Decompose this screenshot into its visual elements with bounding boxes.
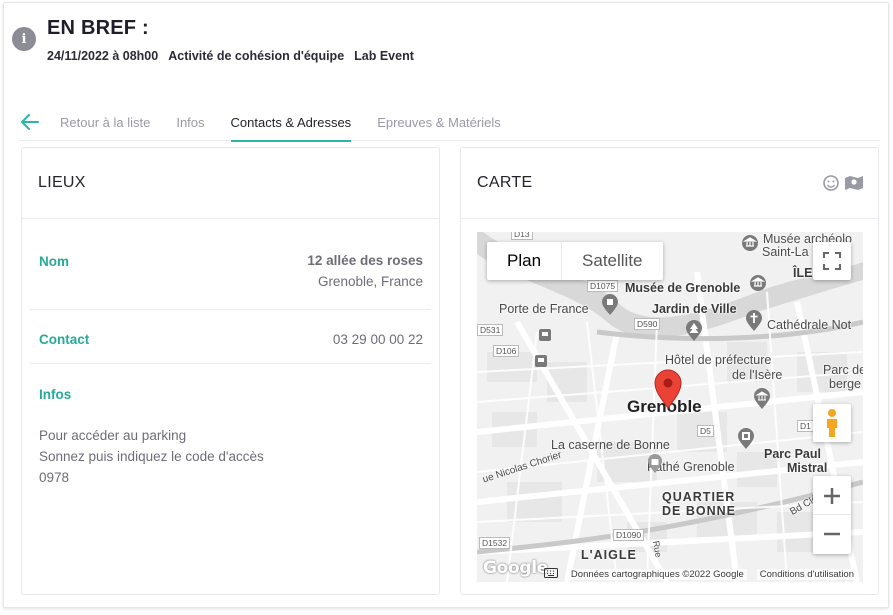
map-label: Jardin de Ville	[652, 302, 737, 316]
fullscreen-button[interactable]	[813, 242, 851, 280]
map-label: Saint-La	[762, 245, 809, 259]
fullscreen-icon	[823, 252, 841, 270]
bus-stop-icon[interactable]	[535, 355, 547, 367]
road-badge: D531	[477, 324, 504, 336]
map-type-control: Plan Satellite	[487, 242, 663, 280]
museum-icon[interactable]	[749, 274, 767, 292]
map-label: ÎLE	[793, 266, 813, 280]
map-label: L'AIGLE	[581, 548, 637, 562]
plus-icon	[824, 487, 840, 504]
road-badge: D5	[697, 425, 714, 437]
lieux-title: LIEUX	[38, 174, 86, 191]
map-label: Cathédrale Not	[767, 318, 852, 332]
map-attribution: Données cartographiques ©2022 Google Con…	[477, 566, 863, 582]
address-line-1: 12 allée des roses	[307, 253, 423, 268]
map-label: de l'Isère	[732, 368, 783, 382]
infos-line: Sonnez puis indiquez le code d'accès	[39, 449, 264, 464]
road-badge: D1532	[479, 537, 511, 549]
terms-link[interactable]: Conditions d'utilisation	[756, 568, 857, 580]
zoom-out-button[interactable]	[813, 515, 851, 553]
museum-icon[interactable]	[741, 234, 759, 252]
map-label: Musée de Grenoble	[625, 281, 741, 295]
contact-value: 03 29 00 00 22	[332, 332, 423, 347]
contact-label: Contact	[39, 332, 90, 347]
location-pin-icon[interactable]	[654, 369, 682, 409]
carte-card: CARTE Musée archéolo Saint-La ÎLE Musée …	[460, 147, 879, 595]
landmark-icon[interactable]	[753, 388, 771, 410]
tab-contacts-adresses[interactable]: Contacts & Adresses	[230, 109, 352, 142]
carte-actions	[822, 174, 864, 197]
infos-text: Pour accéder au parking Sonnez puis indi…	[39, 425, 264, 488]
map-label: berge	[829, 377, 861, 391]
church-icon[interactable]	[745, 310, 763, 332]
pegman-icon	[827, 409, 837, 437]
map-label: La caserne de Bonne	[551, 438, 670, 452]
divider	[461, 218, 878, 219]
park-icon[interactable]	[685, 320, 703, 342]
keyboard-icon[interactable]	[543, 567, 558, 581]
nom-label: Nom	[39, 254, 69, 269]
event-date: 24/11/2022 à 08h00	[47, 49, 159, 63]
map-label: Porte de France	[499, 302, 589, 316]
zoom-in-button[interactable]	[813, 477, 851, 515]
tab-bar: Retour à la liste Infos Contacts & Adres…	[18, 109, 880, 142]
monument-icon[interactable]	[601, 294, 619, 316]
map-label: Hôtel de préfecture	[665, 353, 772, 367]
divider	[22, 218, 439, 219]
tab-infos[interactable]: Infos	[176, 109, 204, 140]
map-data-credit[interactable]: Données cartographiques ©2022 Google	[567, 568, 747, 580]
map-label: Mistral	[787, 461, 828, 475]
map-label: Parc Paul	[764, 447, 821, 461]
lieux-card: LIEUX Nom 12 allée des roses Grenoble, F…	[21, 147, 440, 595]
cinema-icon[interactable]	[737, 428, 755, 450]
road-badge: D1090	[613, 529, 645, 541]
map-marker-icon[interactable]	[844, 174, 864, 197]
zoom-control	[813, 476, 851, 554]
tab-epreuves-materiels[interactable]: Epreuves & Matériels	[377, 109, 501, 140]
shopping-icon[interactable]	[647, 454, 663, 474]
bus-stop-icon[interactable]	[539, 329, 551, 341]
app-frame: i EN BREF : 24/11/2022 à 08h00 Activité …	[3, 2, 889, 608]
infos-line: 0978	[39, 470, 70, 485]
address-value: 12 allée des roses Grenoble, France	[307, 250, 423, 292]
event-meta: 24/11/2022 à 08h00 Activité de cohésion …	[47, 49, 414, 63]
map-type-satellite-button[interactable]: Satellite	[562, 242, 662, 280]
minus-icon	[824, 532, 840, 536]
road-badge: D106	[493, 345, 520, 357]
map-type-plan-button[interactable]: Plan	[487, 242, 563, 280]
road-badge: D1075	[587, 280, 619, 292]
event-activity: Activité de cohésion d'équipe	[168, 49, 345, 63]
back-arrow-icon[interactable]	[18, 111, 42, 133]
info-icon: i	[12, 27, 36, 51]
infos-line: Pour accéder au parking	[39, 428, 187, 443]
divider	[30, 363, 431, 364]
infos-label: Infos	[39, 387, 72, 402]
page-title: EN BREF :	[47, 17, 149, 39]
divider	[30, 309, 431, 310]
road-badge: D1	[797, 420, 814, 432]
map-label: DE BONNE	[662, 504, 736, 518]
google-map[interactable]: Musée archéolo Saint-La ÎLE Musée de Gre…	[477, 232, 863, 582]
map-label: Parc de	[823, 363, 863, 377]
tab-back-to-list[interactable]: Retour à la liste	[60, 109, 150, 140]
event-client: Lab Event	[354, 49, 414, 63]
road-badge: D590	[634, 318, 661, 330]
map-label: QUARTIER	[662, 490, 736, 504]
carte-title: CARTE	[477, 174, 533, 191]
street-view-button[interactable]	[813, 404, 851, 442]
road-badge: D13	[511, 232, 533, 240]
address-line-2: Grenoble, France	[317, 274, 423, 289]
face-icon[interactable]	[822, 174, 840, 197]
